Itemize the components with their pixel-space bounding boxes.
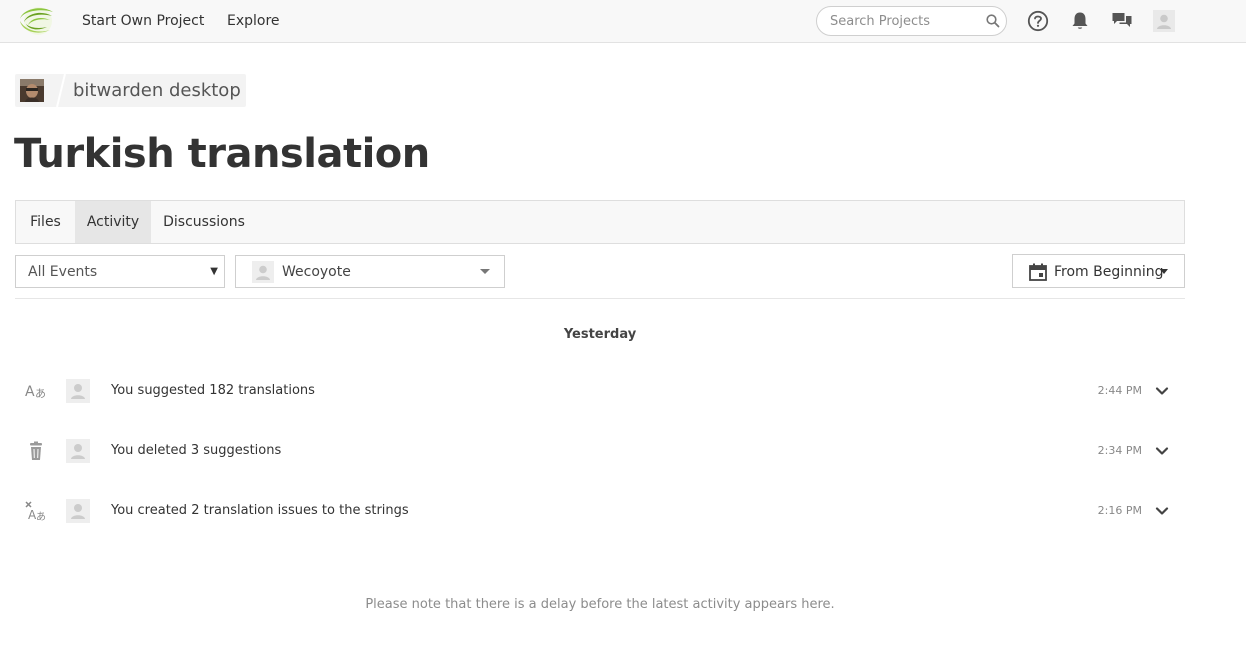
svg-text:A: A — [25, 384, 35, 400]
activity-time: 2:44 PM — [1097, 384, 1142, 397]
user-avatar-icon — [252, 261, 274, 283]
calendar-icon — [1029, 263, 1047, 281]
activity-text: You suggested 182 translations — [111, 383, 315, 398]
search-icon[interactable] — [985, 13, 1001, 29]
user-avatar-icon[interactable] — [66, 439, 90, 463]
day-heading: Yesterday — [563, 327, 637, 342]
nav-explore[interactable]: Explore — [227, 12, 280, 30]
svg-text:あ: あ — [35, 387, 46, 400]
svg-text:あ: あ — [36, 511, 46, 521]
events-filter-select[interactable]: All Events ▼ — [15, 255, 225, 288]
chat-icon[interactable] — [1110, 9, 1134, 33]
translate-icon: A あ — [25, 384, 46, 400]
caret-down-icon — [480, 269, 490, 274]
date-filter-value: From Beginning — [1054, 264, 1164, 280]
trash-icon — [30, 441, 42, 460]
tab-discussions[interactable]: Discussions — [151, 201, 257, 243]
activity-delay-note: Please note that there is a delay before… — [365, 597, 835, 612]
activity-text: You deleted 3 suggestions — [111, 443, 282, 458]
crowdin-logo-icon[interactable] — [17, 6, 55, 36]
help-icon[interactable] — [1026, 9, 1050, 33]
search-input[interactable] — [830, 12, 980, 30]
caret-down-icon: ▼ — [210, 266, 218, 277]
chevron-down-icon[interactable] — [1154, 503, 1170, 519]
activity-item: A あ You created 2 translation issues to … — [15, 493, 1185, 529]
project-avatar[interactable] — [20, 79, 44, 102]
tab-files[interactable]: Files — [16, 201, 75, 243]
activity-item: A あ You suggested 182 translations 2:44 … — [15, 373, 1185, 409]
breadcrumb-separator — [56, 74, 66, 107]
search-box — [816, 6, 1007, 36]
user-avatar-icon[interactable] — [1152, 9, 1176, 33]
caret-down-icon — [1160, 269, 1168, 274]
activity-item: You deleted 3 suggestions 2:34 PM — [15, 433, 1185, 469]
user-avatar-icon[interactable] — [66, 499, 90, 523]
events-filter-value: All Events — [28, 264, 98, 280]
chevron-down-icon[interactable] — [1154, 443, 1170, 459]
date-filter-button[interactable]: From Beginning — [1012, 254, 1185, 288]
activity-text: You created 2 translation issues to the … — [111, 503, 409, 518]
breadcrumb: bitwarden desktop — [15, 74, 246, 107]
activity-time: 2:34 PM — [1097, 444, 1142, 457]
bell-icon[interactable] — [1068, 9, 1092, 33]
chevron-down-icon[interactable] — [1154, 383, 1170, 399]
user-filter-value: Wecoyote — [282, 264, 351, 280]
tab-bar: Files Activity Discussions — [15, 200, 1185, 244]
breadcrumb-project-name[interactable]: bitwarden desktop — [73, 79, 241, 103]
activity-time: 2:16 PM — [1097, 504, 1142, 517]
top-navigation-bar: Start Own Project Explore — [0, 0, 1246, 43]
page-title: Turkish translation — [14, 131, 430, 177]
user-filter-select[interactable]: Wecoyote — [235, 255, 505, 288]
user-avatar-icon[interactable] — [66, 379, 90, 403]
nav-start-own-project[interactable]: Start Own Project — [82, 12, 204, 30]
tab-activity[interactable]: Activity — [75, 201, 151, 243]
translation-issue-icon: A あ — [25, 501, 46, 521]
divider — [15, 298, 1185, 299]
